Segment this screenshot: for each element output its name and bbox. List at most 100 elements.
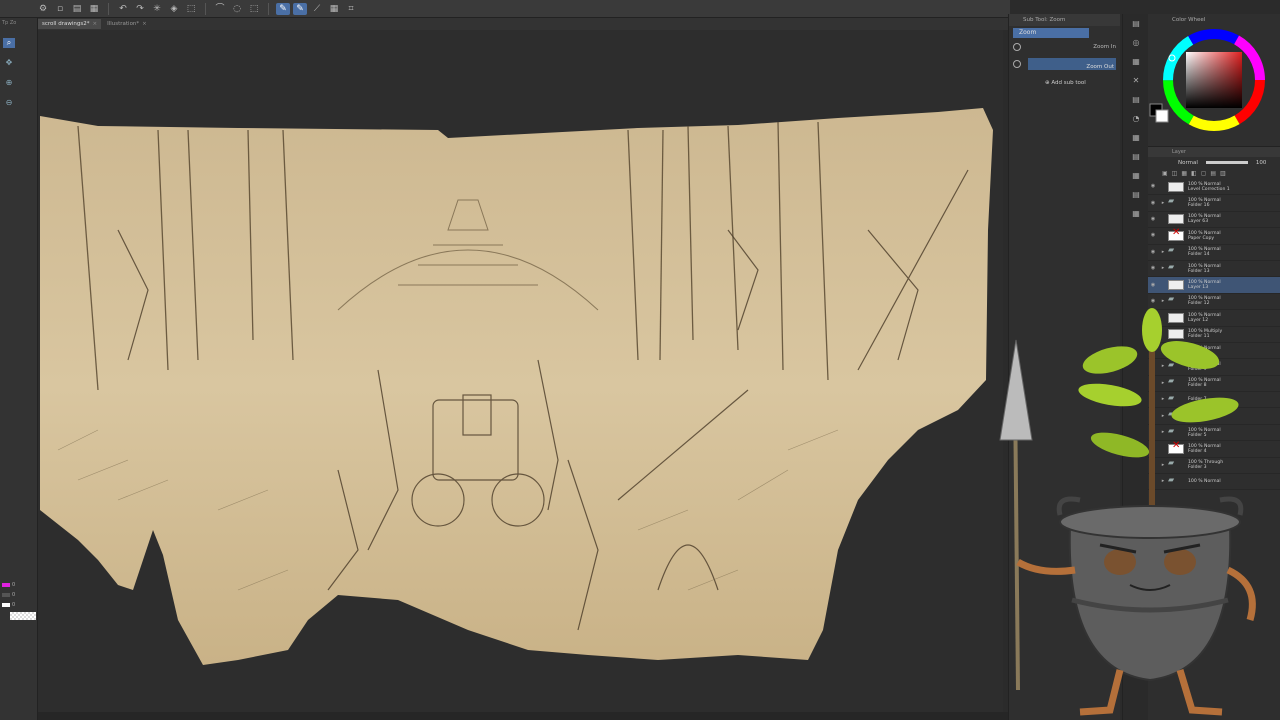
opacity-value[interactable]: 100 (1256, 160, 1267, 166)
tab-illustration[interactable]: Illustration* × (103, 19, 151, 29)
visibility-eye-icon[interactable]: ◉ (1148, 233, 1158, 238)
swatch-row[interactable]: 0 (0, 580, 38, 590)
layer-folder-row[interactable]: ◉ ▸ ▰ 100 % Normal Folder 9 (1148, 359, 1280, 376)
visibility-eye-icon[interactable]: ◉ (1148, 282, 1158, 288)
folder-toggle-icon[interactable]: ▸ (1158, 298, 1168, 304)
color-set-icon[interactable]: ▦ (1130, 133, 1142, 143)
layer-row[interactable]: ◉ 100 % Normal Layer 13 (1148, 277, 1280, 294)
pan-tool-icon[interactable]: ✥ (3, 58, 15, 68)
visibility-eye-icon[interactable]: ◉ (1148, 216, 1158, 222)
zoom-tool-icon[interactable]: ⌕ (3, 38, 15, 48)
layer-folder-row[interactable]: ◉ ▸ ▰ Folder 7 (1148, 392, 1280, 409)
folder-toggle-icon[interactable]: ▸ (1158, 348, 1168, 353)
folder-toggle-icon[interactable]: ▸ (1158, 430, 1168, 435)
layer-row[interactable]: ◉ 100 % Normal Layer 63 (1148, 212, 1280, 229)
snap-icon[interactable]: ⌗ (344, 3, 358, 15)
folder-toggle-icon[interactable]: ▸ (1158, 397, 1168, 402)
visibility-eye-icon[interactable]: ◉ (1148, 380, 1158, 386)
visibility-eye-icon[interactable]: ◉ (1148, 298, 1158, 304)
layer-folder-row[interactable]: ◉ ▸ ▰ 100 % Normal Folder 8 (1148, 376, 1280, 393)
add-sub-tool-button[interactable]: ⊕ Add sub tool (1009, 74, 1120, 86)
layer-folder-row[interactable]: ◉ ▸ ▰ 100 % Normal Folder 5 (1148, 425, 1280, 442)
visibility-eye-icon[interactable]: ◉ (1148, 184, 1158, 189)
magenta-swatch[interactable] (2, 583, 10, 587)
layer-folder-row[interactable]: ◉ ▸ ▰ 100 % Normal Folder 12 (1148, 294, 1280, 311)
opacity-slider[interactable] (1205, 161, 1248, 164)
navigator-icon[interactable]: ◎ (1130, 38, 1142, 48)
menu-icon[interactable]: ⚙ (36, 3, 50, 15)
folder-toggle-icon[interactable]: ▸ (1158, 266, 1168, 271)
select-clear-icon[interactable]: ⬚ (247, 3, 261, 15)
swatch-row[interactable]: 0 (0, 600, 38, 610)
close-icon[interactable]: × (142, 21, 147, 27)
folder-toggle-icon[interactable]: ▸ (1158, 479, 1168, 484)
new-layer-icon[interactable]: ▢ (1201, 170, 1207, 177)
new-folder-icon[interactable]: ▤ (1210, 170, 1216, 177)
folder-toggle-icon[interactable]: ▸ (1158, 364, 1168, 369)
layer-folder-row[interactable]: ◉ ▸ ▰ 100 % Normal Folder 13 (1148, 261, 1280, 278)
gray-swatch[interactable] (2, 593, 10, 597)
undo-icon[interactable]: ↶ (116, 3, 130, 15)
reference-icon[interactable]: ▦ (1181, 170, 1187, 177)
settings-icon[interactable]: ◈ (167, 3, 181, 15)
zoom-in-row[interactable]: Zoom In (1009, 40, 1120, 54)
visibility-eye-icon[interactable]: ◉ (1148, 413, 1158, 419)
layer-folder-row[interactable]: ◉ ▸ ▰ 100 % Normal Folder 10 (1148, 343, 1280, 360)
visibility-eye-icon[interactable]: ◉ (1148, 479, 1158, 484)
zoom-in-icon[interactable]: ⊕ (3, 78, 15, 88)
transparent-swatch[interactable] (10, 612, 36, 620)
folder-toggle-icon[interactable]: ▸ (1158, 413, 1168, 419)
draft-icon[interactable]: ◧ (1191, 170, 1197, 177)
folder-toggle-icon[interactable]: ▸ (1158, 200, 1168, 206)
info-icon[interactable]: ▤ (1130, 190, 1142, 200)
sub-color-swatch[interactable] (1155, 109, 1169, 123)
brush-icon[interactable]: ✎ (293, 2, 307, 15)
close-icon[interactable]: × (92, 21, 97, 27)
delete-layer-icon[interactable]: ▥ (1220, 170, 1226, 177)
folder-toggle-icon[interactable]: ▸ (1158, 249, 1168, 255)
visibility-eye-icon[interactable]: ◉ (1148, 315, 1158, 320)
layer-folder-row[interactable]: ◉ ▸ ▰ 100 % Through Folder 3 (1148, 458, 1280, 475)
material-icon[interactable]: ▦ (1130, 57, 1142, 67)
blend-mode-select[interactable]: Normal (1178, 160, 1198, 166)
property-icon[interactable]: ◔ (1130, 114, 1142, 124)
canvas-area[interactable] (38, 30, 1003, 712)
visibility-eye-icon[interactable]: ◉ (1148, 348, 1158, 353)
layers-icon[interactable]: ▤ (1130, 19, 1142, 29)
transform-icon[interactable]: ⬚ (184, 3, 198, 15)
animation-icon[interactable]: ▦ (1130, 171, 1142, 181)
visibility-eye-icon[interactable]: ◉ (1148, 249, 1158, 255)
layer-folder-row[interactable]: ◉ ▸ ▰ 100 % Normal Folder 6 (1148, 408, 1280, 425)
layer-row[interactable]: ◉ 100 % NormalFolder 4 (1148, 441, 1280, 458)
visibility-eye-icon[interactable]: ◉ (1148, 266, 1158, 271)
close-panel-icon[interactable]: ✕ (1130, 76, 1142, 86)
clip-icon[interactable]: ◫ (1172, 170, 1178, 177)
pen-icon[interactable]: ✎ (276, 2, 290, 15)
layer-row[interactable]: ◉ 100 % Normal Level Correction 1 (1148, 179, 1280, 196)
save-icon[interactable]: ▦ (87, 3, 101, 15)
items-icon[interactable]: ▦ (1130, 209, 1142, 219)
select-lasso-icon[interactable]: ◌ (230, 3, 244, 15)
layer-row[interactable]: ◉ 100 % Normal Layer 12 (1148, 310, 1280, 327)
lock-icon[interactable]: ▣ (1162, 170, 1168, 177)
folder-toggle-icon[interactable]: ▸ (1158, 380, 1168, 386)
folder-toggle-icon[interactable]: ▸ (1158, 462, 1168, 468)
zoom-out-row[interactable]: Zoom Out (1009, 54, 1120, 74)
clear-icon[interactable]: ✳ (150, 3, 164, 15)
tab-layer[interactable]: Layer (1172, 149, 1186, 155)
layer-folder-row[interactable]: ◉ ▸ ▰ 100 % Normal Folder 16 (1148, 195, 1280, 212)
grid-icon[interactable]: ▦ (327, 3, 341, 15)
visibility-eye-icon[interactable]: ◉ (1148, 364, 1158, 369)
tab-scroll-drawings[interactable]: scroll drawings2* × (38, 19, 102, 29)
history-icon[interactable]: ▤ (1130, 95, 1142, 105)
ruler-icon[interactable]: ⟋ (310, 3, 324, 15)
layer-row[interactable]: ◉ 100 % Multiply Folder 11 (1148, 327, 1280, 343)
layer-row[interactable]: ◉ 100 % NormalPaper Copy (1148, 228, 1280, 245)
layer-search-icon[interactable]: ▤ (1130, 152, 1142, 162)
visibility-eye-icon[interactable]: ◉ (1148, 200, 1158, 206)
open-icon[interactable]: ▤ (70, 3, 84, 15)
select-pen-icon[interactable]: ⌒ (213, 3, 227, 15)
layer-folder-row[interactable]: ◉ ▸ ▰ 100 % Normal Folder 14 (1148, 245, 1280, 261)
layer-folder-row[interactable]: ◉ ▸ ▰ 100 % Normal (1148, 474, 1280, 491)
color-wheel[interactable] (1148, 24, 1280, 142)
